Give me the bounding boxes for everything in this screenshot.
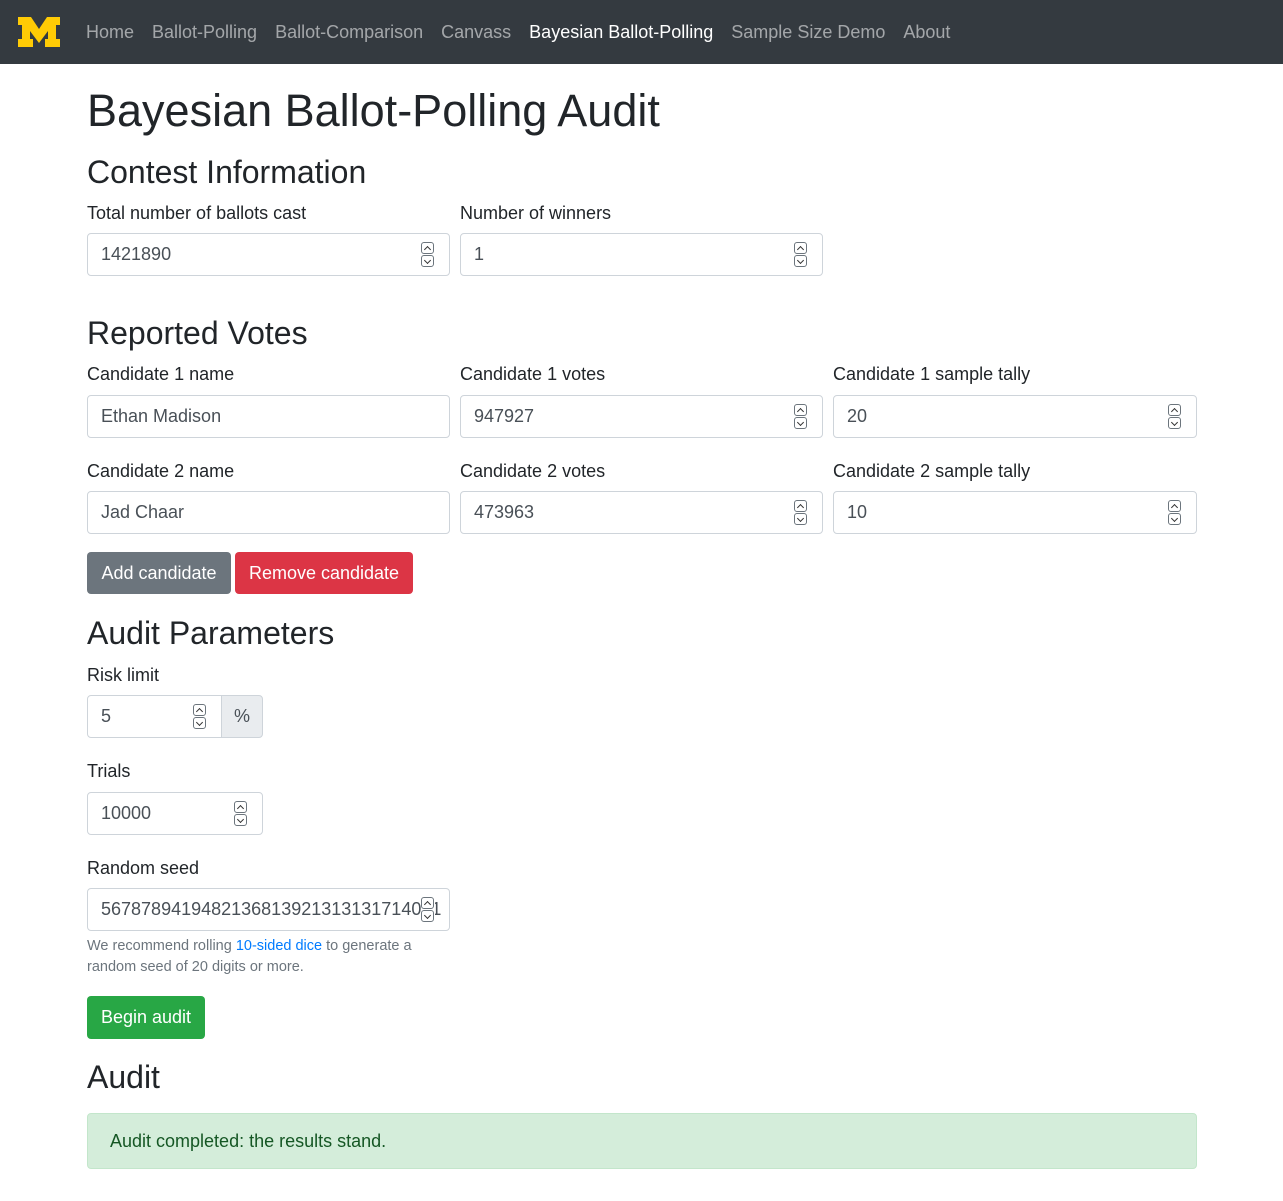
trials-value: 10000: [101, 803, 152, 823]
audit-heading: Audit: [87, 1059, 160, 1095]
nav-sample-size-demo[interactable]: Sample Size Demo: [731, 22, 885, 43]
audit-parameters-heading: Audit Parameters: [87, 615, 335, 651]
seed-help-prefix: We recommend rolling: [87, 938, 236, 954]
random-seed-label: Random seed: [87, 858, 200, 878]
nav-canvass[interactable]: Canvass: [441, 22, 511, 43]
candidate-2-votes-value: 473963: [474, 502, 535, 522]
candidate-2-tally-value: 10: [847, 502, 868, 522]
ballots-cast-spinner[interactable]: [421, 242, 435, 268]
candidate-1-votes-label: Candidate 1 votes: [460, 364, 606, 384]
ballots-cast-label: Total number of ballots cast: [87, 203, 307, 223]
candidate-1-name-input[interactable]: Ethan Madison: [87, 395, 450, 438]
candidate-1-tally-input[interactable]: 20: [833, 395, 1197, 438]
trials-label: Trials: [87, 761, 131, 781]
candidate-1-tally-value: 20: [847, 406, 868, 426]
nav-bayesian-ballot-polling[interactable]: Bayesian Ballot-Polling: [529, 22, 713, 43]
page-title: Bayesian Ballot-Polling Audit: [87, 85, 660, 136]
nav-home[interactable]: Home: [86, 22, 134, 43]
winners-label: Number of winners: [460, 203, 612, 223]
candidate-1-votes-value: 947927: [474, 406, 535, 426]
random-seed-input[interactable]: 5678789419482136813921313131714091: [87, 888, 450, 931]
candidate-1-tally-label: Candidate 1 sample tally: [833, 364, 1031, 384]
candidate-1-votes-spinner[interactable]: [794, 404, 808, 430]
winners-input[interactable]: 1: [460, 233, 823, 276]
candidate-1-tally-spinner[interactable]: [1168, 404, 1182, 430]
risk-limit-spinner[interactable]: [193, 704, 207, 730]
add-candidate-button[interactable]: Add candidate: [87, 552, 231, 594]
contest-information-heading: Contest Information: [87, 154, 367, 190]
candidate-2-name-value: Jad Chaar: [101, 502, 185, 522]
begin-audit-button[interactable]: Begin audit: [87, 996, 205, 1039]
candidate-2-name-label: Candidate 2 name: [87, 461, 235, 481]
candidate-2-tally-label: Candidate 2 sample tally: [833, 461, 1031, 481]
candidate-1-name-value: Ethan Madison: [101, 406, 222, 426]
candidate-2-tally-input[interactable]: 10: [833, 491, 1197, 534]
navbar: Home Ballot-Polling Ballot-Comparison Ca…: [0, 0, 1283, 64]
audit-result-alert: Audit completed: the results stand.: [87, 1113, 1197, 1169]
random-seed-value: 5678789419482136813921313131714091: [101, 899, 442, 919]
risk-limit-label: Risk limit: [87, 665, 159, 685]
remove-candidate-button[interactable]: Remove candidate: [235, 552, 413, 594]
ballots-cast-input[interactable]: 1421890: [87, 233, 450, 276]
seed-help-text: We recommend rolling 10-sided dice to ge…: [87, 936, 450, 978]
candidate-1-votes-input[interactable]: 947927: [460, 395, 823, 438]
risk-limit-input[interactable]: 5: [87, 695, 222, 738]
nav-ballot-polling[interactable]: Ballot-Polling: [152, 22, 257, 43]
candidate-1-name-label: Candidate 1 name: [87, 364, 235, 384]
winners-spinner[interactable]: [794, 242, 808, 268]
candidate-2-votes-input[interactable]: 473963: [460, 491, 823, 534]
trials-input[interactable]: 10000: [87, 792, 263, 835]
nav-about[interactable]: About: [903, 22, 950, 43]
percent-addon: %: [221, 695, 263, 738]
nav-menu: Home Ballot-Polling Ballot-Comparison Ca…: [86, 0, 968, 64]
dice-link[interactable]: 10-sided dice: [236, 938, 322, 954]
reported-votes-heading: Reported Votes: [87, 315, 308, 351]
nav-ballot-comparison[interactable]: Ballot-Comparison: [275, 22, 423, 43]
candidate-2-votes-spinner[interactable]: [794, 500, 808, 526]
candidate-2-name-input[interactable]: Jad Chaar: [87, 491, 450, 534]
university-block-m-logo[interactable]: [18, 17, 60, 47]
random-seed-spinner[interactable]: [421, 897, 435, 923]
ballots-cast-value: 1421890: [101, 244, 172, 264]
risk-limit-value: 5: [101, 706, 112, 726]
winners-value: 1: [474, 244, 485, 264]
trials-spinner[interactable]: [234, 801, 248, 827]
candidate-2-votes-label: Candidate 2 votes: [460, 461, 606, 481]
candidate-2-tally-spinner[interactable]: [1168, 500, 1182, 526]
